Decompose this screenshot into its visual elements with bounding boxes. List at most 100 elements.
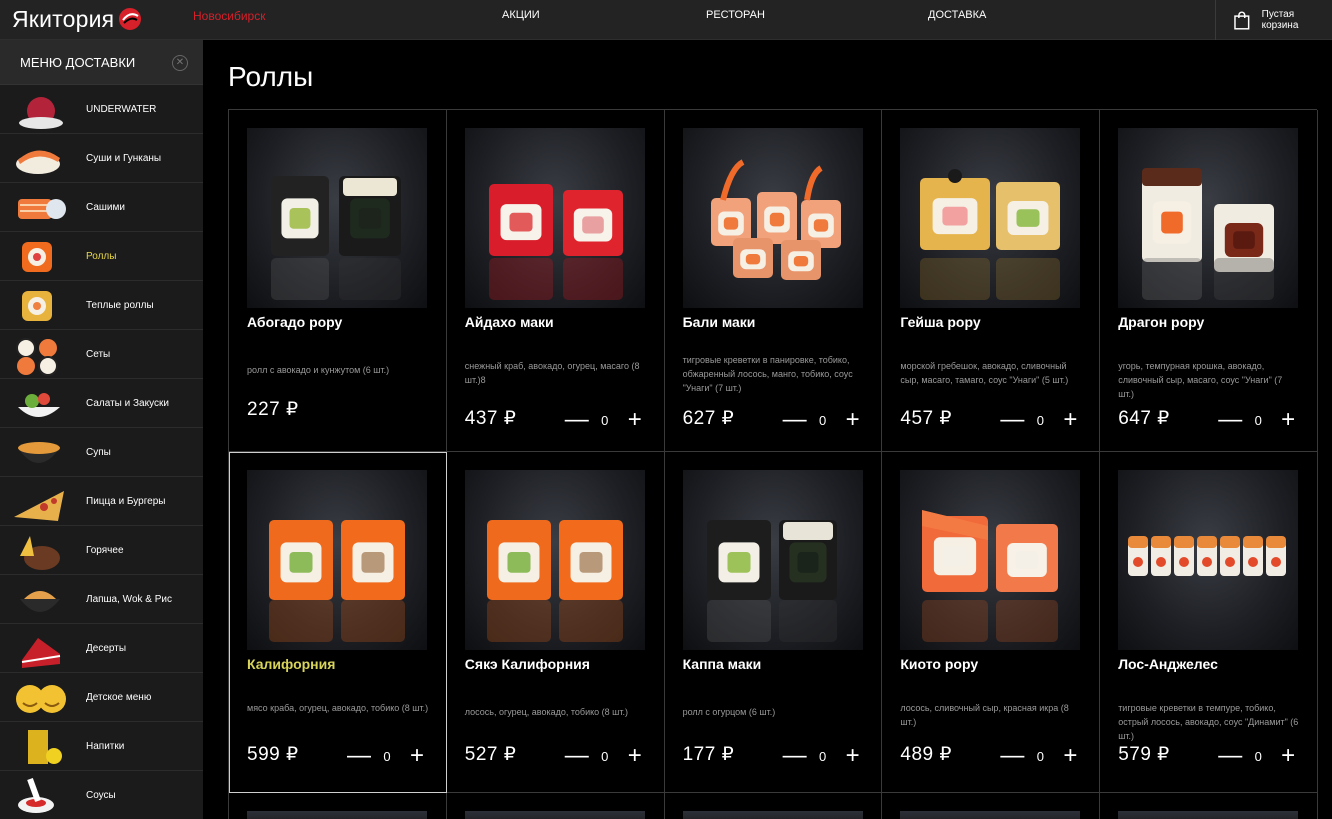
product-card[interactable] xyxy=(1100,793,1318,819)
product-photo[interactable] xyxy=(1118,470,1299,650)
product-card[interactable]: Калифорния мясо краба, огурец, авокадо, т… xyxy=(229,452,447,793)
product-photo[interactable] xyxy=(464,128,645,308)
product-name[interactable]: Сякэ Калифорния xyxy=(465,656,590,672)
plus-icon[interactable]: + xyxy=(843,408,863,432)
product-photo[interactable] xyxy=(464,811,645,819)
minus-icon[interactable]: — xyxy=(1218,408,1242,432)
product-photo[interactable] xyxy=(900,811,1081,819)
product-name[interactable]: Айдахо маки xyxy=(465,314,554,330)
product-name[interactable]: Гейша рору xyxy=(900,314,980,330)
product-name[interactable]: Калифорния xyxy=(247,656,335,672)
sauce-icon xyxy=(6,771,72,819)
minus-icon[interactable]: — xyxy=(783,408,807,432)
product-card[interactable]: Киото рору лосось, сливочный сыр, красная… xyxy=(882,452,1101,793)
minus-icon[interactable]: — xyxy=(783,744,807,768)
product-photo[interactable] xyxy=(900,470,1081,650)
sidebar-item-13[interactable]: Напитки xyxy=(0,722,203,771)
minus-icon[interactable]: — xyxy=(347,744,371,768)
product-photo[interactable] xyxy=(682,811,863,819)
sidebar-item-9[interactable]: Горячее xyxy=(0,526,203,575)
product-card[interactable]: Бали маки тигровые креветки в панировке, … xyxy=(664,110,883,452)
sidebar-item-1[interactable]: Суши и Гунканы xyxy=(0,134,203,183)
plus-icon[interactable]: + xyxy=(843,744,863,768)
product-card[interactable]: Лос-Анджелес тигровые креветки в темпуре,… xyxy=(1100,452,1318,793)
product-description: лосось, сливочный сыр, красная икра (8 ш… xyxy=(900,703,1069,727)
product-photo[interactable] xyxy=(900,128,1081,308)
quantity-value: 0 xyxy=(601,748,609,764)
plus-icon[interactable]: + xyxy=(1278,408,1298,432)
product-name[interactable]: Абогадо рору xyxy=(247,314,342,330)
product-card[interactable]: Абогадо рору ролл с авокадо и кунжутом (6… xyxy=(229,110,447,452)
minus-icon[interactable]: — xyxy=(1000,744,1024,768)
plus-icon[interactable]: + xyxy=(625,408,645,432)
product-name[interactable]: Бали маки xyxy=(683,314,756,330)
product-card[interactable] xyxy=(447,793,665,819)
sidebar-item-label: Суши и Гунканы xyxy=(86,152,162,164)
cart-button[interactable]: Пустая корзина xyxy=(1215,0,1332,40)
close-icon[interactable]: ✕ xyxy=(172,55,188,71)
plus-icon[interactable]: + xyxy=(625,744,645,768)
quantity-stepper: — 0 + xyxy=(565,744,645,768)
product-name[interactable]: Драгон рору xyxy=(1118,314,1204,330)
minus-icon[interactable]: — xyxy=(1218,744,1242,768)
product-photo[interactable] xyxy=(464,470,645,650)
product-card[interactable]: Каппа маки ролл с огурцом (6 шт.) 177 ₽ — 0 + xyxy=(664,452,883,793)
quantity-stepper: — 0 + xyxy=(1218,408,1298,432)
sidebar-item-4[interactable]: Теплые роллы xyxy=(0,281,203,330)
sidebar-item-label: Напитки xyxy=(86,740,125,752)
sidebar-item-label: Супы xyxy=(86,446,111,458)
plus-icon[interactable]: + xyxy=(407,744,427,768)
sidebar-item-11[interactable]: Десерты xyxy=(0,624,203,673)
soup-icon xyxy=(6,428,72,476)
product-photo[interactable] xyxy=(1118,128,1299,308)
product-grid: Абогадо рору ролл с авокадо и кунжутом (6… xyxy=(228,109,1318,819)
minus-icon[interactable]: — xyxy=(565,744,589,768)
product-photo[interactable] xyxy=(1118,811,1299,819)
sidebar-item-7[interactable]: Супы xyxy=(0,428,203,477)
logo-mark-icon xyxy=(119,8,142,30)
pizza-icon xyxy=(6,477,72,525)
plus-icon[interactable]: + xyxy=(1060,744,1080,768)
sidebar-item-6[interactable]: Салаты и Закуски xyxy=(0,379,203,428)
sidebar-item-12[interactable]: Детское меню xyxy=(0,673,203,722)
plus-icon[interactable]: + xyxy=(1060,408,1080,432)
product-card[interactable]: Драгон рору угорь, темпурная крошка, авок… xyxy=(1100,110,1318,452)
product-photo[interactable] xyxy=(247,811,427,819)
plus-icon[interactable]: + xyxy=(1278,744,1298,768)
sidebar-item-3[interactable]: Роллы xyxy=(0,232,203,281)
minus-icon[interactable]: — xyxy=(565,408,589,432)
sidebar-item-label: Теплые роллы xyxy=(86,299,154,311)
nav-promo[interactable]: АКЦИИ xyxy=(502,9,540,21)
product-card[interactable] xyxy=(229,793,447,819)
product-price: 227 ₽ xyxy=(247,399,299,420)
product-name[interactable]: Киото рору xyxy=(900,656,978,672)
sidebar-item-0[interactable]: UNDERWATER xyxy=(0,85,203,134)
product-photo[interactable] xyxy=(247,470,427,650)
sidebar-item-2[interactable]: Сашими xyxy=(0,183,203,232)
nav-restaurant[interactable]: РЕСТОРАН xyxy=(706,9,765,21)
product-photo[interactable] xyxy=(682,470,863,650)
sidebar-item-5[interactable]: Сеты xyxy=(0,330,203,379)
cart-label: Пустая корзина xyxy=(1261,9,1299,31)
product-card[interactable]: Сякэ Калифорния лосось, огурец, авокадо, … xyxy=(446,452,665,793)
city-selector[interactable]: Новосибирск xyxy=(193,9,265,23)
product-card[interactable]: Гейша рору морской гребешок, авокадо, сли… xyxy=(882,110,1101,452)
sidebar-item-label: Сашими xyxy=(86,201,125,213)
salad-icon xyxy=(6,379,72,427)
quantity-stepper: — 0 + xyxy=(1218,744,1298,768)
product-price: 437 ₽ xyxy=(464,408,517,429)
product-name[interactable]: Лос-Анджелес xyxy=(1118,656,1218,672)
sidebar-item-8[interactable]: Пицца и Бургеры xyxy=(0,477,203,526)
sidebar-item-14[interactable]: Соусы xyxy=(0,771,203,819)
product-card[interactable]: Айдахо маки снежный краб, авокадо, огурец… xyxy=(446,110,665,452)
logo[interactable]: Якитория xyxy=(12,4,142,34)
product-card[interactable] xyxy=(882,793,1101,819)
product-card[interactable] xyxy=(665,793,883,819)
nav-delivery[interactable]: ДОСТАВКА xyxy=(928,9,986,21)
product-name[interactable]: Каппа маки xyxy=(683,656,762,672)
quantity-stepper: — 0 + xyxy=(1000,408,1080,432)
product-photo[interactable] xyxy=(682,128,863,308)
sidebar-item-10[interactable]: Лапша, Wok & Рис xyxy=(0,575,203,624)
minus-icon[interactable]: — xyxy=(1000,408,1024,432)
product-photo[interactable] xyxy=(247,128,427,308)
